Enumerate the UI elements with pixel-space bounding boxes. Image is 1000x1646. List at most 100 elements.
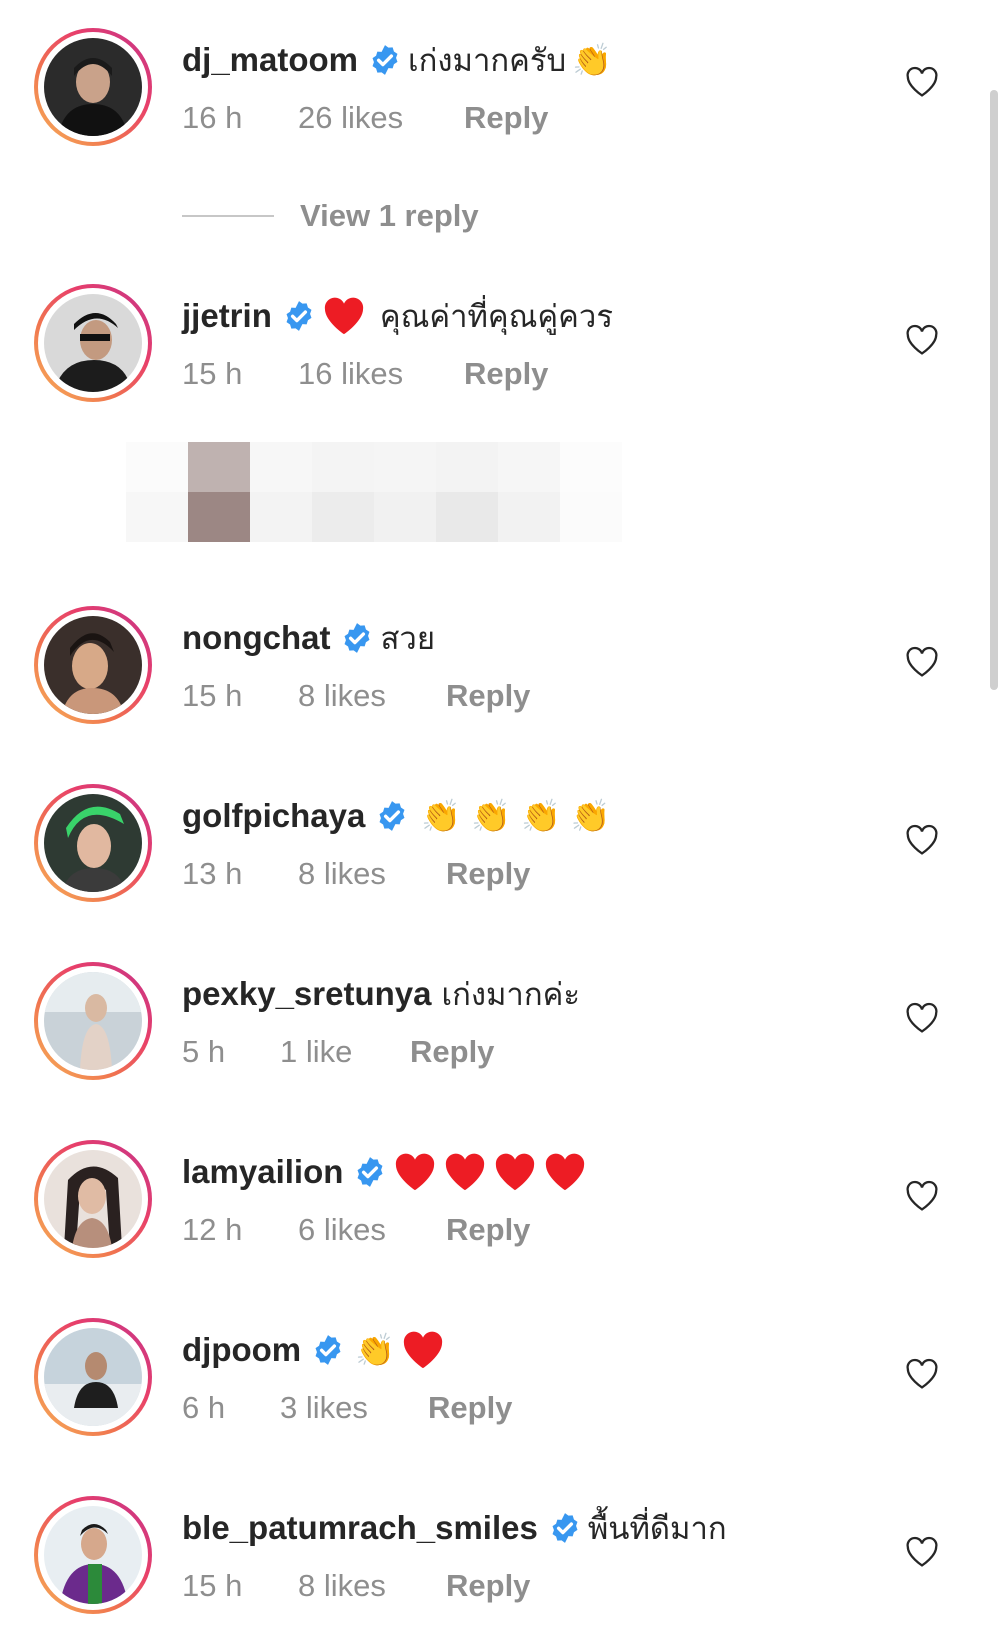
reply-button[interactable]: Reply — [446, 678, 530, 714]
verified-badge-icon — [368, 43, 402, 77]
likes-count[interactable]: 26 likes — [298, 100, 464, 136]
clapping-hands-icon: 👏 — [570, 797, 611, 835]
comment-meta: 15 h 8 likes Reply — [182, 1566, 530, 1606]
comment-meta: 5 h 1 like Reply — [182, 1032, 494, 1072]
username[interactable]: lamyailion — [182, 1153, 343, 1191]
reply-button[interactable]: Reply — [446, 856, 530, 892]
avatar[interactable] — [34, 1318, 152, 1436]
comment-text: พื้นที่ดีมาก — [587, 1511, 727, 1547]
comment-meta: 15 h 8 likes Reply — [182, 676, 530, 716]
comment-text: เก่งมากค่ะ — [441, 977, 580, 1013]
comment-meta: 6 h 3 likes Reply — [182, 1388, 512, 1428]
avatar[interactable] — [34, 1496, 152, 1614]
view-replies-label: View 1 reply — [300, 198, 479, 233]
clapping-hands-icon: 👏 — [572, 41, 613, 79]
avatar[interactable] — [34, 606, 152, 724]
likes-count[interactable]: 8 likes — [298, 678, 446, 714]
verified-badge-icon — [340, 621, 374, 655]
username[interactable]: dj_matoom — [182, 41, 358, 79]
like-button[interactable] — [904, 1000, 940, 1036]
verified-badge-icon — [282, 299, 316, 333]
heart-outline-icon — [906, 1180, 938, 1211]
timestamp: 5 h — [182, 1034, 226, 1069]
red-heart-icon — [443, 1152, 487, 1192]
username[interactable]: nongchat — [182, 619, 330, 657]
clapping-hands-icon: 👏 — [521, 797, 561, 835]
avatar[interactable] — [34, 284, 152, 402]
likes-count[interactable]: 3 likes — [280, 1390, 428, 1426]
username[interactable]: ble_patumrach_smiles — [182, 1509, 538, 1547]
reply-button[interactable]: Reply — [428, 1390, 512, 1426]
username[interactable]: djpoom — [182, 1331, 301, 1369]
verified-badge-icon — [353, 1155, 387, 1189]
comment-text: เก่งมากครับ — [408, 43, 567, 79]
reply-button[interactable]: Reply — [410, 1034, 494, 1070]
scrollbar[interactable] — [990, 90, 998, 690]
comment-meta: 15 h 16 likes Reply — [182, 354, 548, 394]
heart-outline-icon — [906, 824, 938, 855]
heart-outline-icon — [906, 646, 938, 677]
like-button[interactable] — [904, 1356, 940, 1392]
comment-body: nongchat สวย — [182, 616, 435, 660]
comment-body: golfpichaya 👏 👏 👏 👏 — [182, 794, 611, 838]
red-heart-icon — [401, 1330, 445, 1370]
verified-badge-icon — [311, 1333, 345, 1367]
like-button[interactable] — [904, 64, 940, 100]
like-button[interactable] — [904, 822, 940, 858]
avatar[interactable] — [34, 784, 152, 902]
reply-button[interactable]: Reply — [446, 1212, 530, 1248]
heart-outline-icon — [906, 1358, 938, 1389]
likes-count[interactable]: 6 likes — [298, 1212, 446, 1248]
clapping-hands-icon: 👏 — [421, 797, 462, 835]
username[interactable]: golfpichaya — [182, 797, 365, 835]
comment-item: lamyailion 12 h 6 likes Reply — [0, 1140, 1000, 1290]
red-heart-icon — [322, 296, 366, 336]
comment-body: lamyailion — [182, 1150, 587, 1194]
comment-meta: 12 h 6 likes Reply — [182, 1210, 530, 1250]
comment-text: คุณค่าที่คุณคู่ควร — [379, 299, 613, 335]
comment-meta: 16 h 26 likes Reply — [182, 98, 548, 138]
clapping-hands-icon: 👏 — [471, 797, 512, 835]
comment-item: pexky_sretunya เก่งมากค่ะ 5 h 1 like Rep… — [0, 962, 1000, 1112]
timestamp: 16 h — [182, 100, 243, 135]
comment-item: nongchat สวย 15 h 8 likes Reply — [0, 606, 1000, 756]
comment-item: dj_matoom เก่งมากครับ 👏 16 h 26 likes Re… — [0, 28, 1000, 178]
likes-count[interactable]: 1 like — [280, 1034, 410, 1070]
red-heart-icon — [543, 1152, 587, 1192]
comment-body: dj_matoom เก่งมากครับ 👏 — [182, 38, 612, 82]
likes-count[interactable]: 8 likes — [298, 856, 446, 892]
like-button[interactable] — [904, 644, 940, 680]
divider — [182, 215, 274, 217]
username[interactable]: jjetrin — [182, 297, 272, 335]
username[interactable]: pexky_sretunya — [182, 975, 431, 1013]
like-button[interactable] — [904, 322, 940, 358]
comment-body: pexky_sretunya เก่งมากค่ะ — [182, 972, 580, 1016]
timestamp: 15 h — [182, 1568, 243, 1603]
view-replies-button[interactable]: View 1 reply — [182, 194, 479, 238]
comment-item: djpoom 👏 6 h 3 likes Reply — [0, 1318, 1000, 1468]
comment-body: jjetrin คุณค่าที่คุณคู่ควร — [182, 294, 613, 338]
reply-button[interactable]: Reply — [464, 100, 548, 136]
heart-outline-icon — [906, 324, 938, 355]
avatar[interactable] — [34, 1140, 152, 1258]
reply-button[interactable]: Reply — [464, 356, 548, 392]
reply-button[interactable]: Reply — [446, 1568, 530, 1604]
avatar[interactable] — [34, 28, 152, 146]
likes-count[interactable]: 16 likes — [298, 356, 464, 392]
avatar[interactable] — [34, 962, 152, 1080]
comment-item: ble_patumrach_smiles พื้นที่ดีมาก 15 h 8… — [0, 1496, 1000, 1646]
red-heart-icon — [393, 1152, 437, 1192]
timestamp: 15 h — [182, 678, 243, 713]
comment-text: สวย — [380, 621, 435, 657]
likes-count[interactable]: 8 likes — [298, 1568, 446, 1604]
verified-badge-icon — [548, 1511, 582, 1545]
comment-body: ble_patumrach_smiles พื้นที่ดีมาก — [182, 1506, 727, 1550]
like-button[interactable] — [904, 1534, 940, 1570]
verified-badge-icon — [375, 799, 409, 833]
comment-meta: 13 h 8 likes Reply — [182, 854, 530, 894]
comment-item: golfpichaya 👏 👏 👏 👏 13 h 8 likes Reply — [0, 784, 1000, 934]
clapping-hands-icon: 👏 — [355, 1331, 395, 1369]
like-button[interactable] — [904, 1178, 940, 1214]
timestamp: 12 h — [182, 1212, 243, 1247]
timestamp: 13 h — [182, 856, 243, 891]
